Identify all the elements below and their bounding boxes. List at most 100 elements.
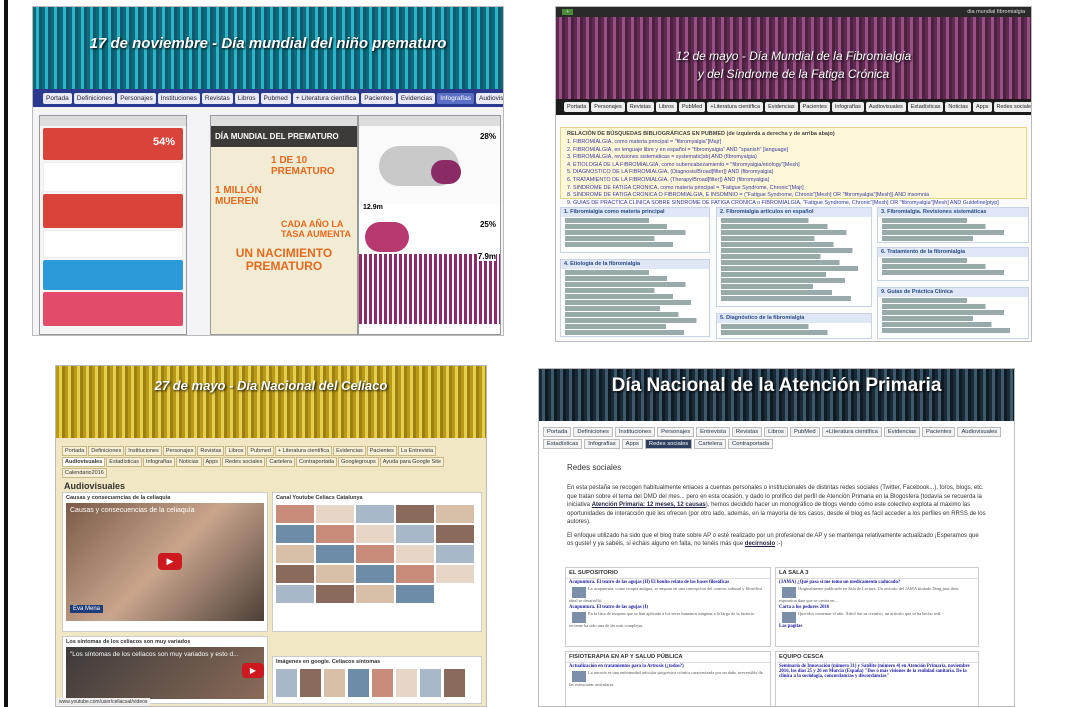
video-thumbnail[interactable] [396,565,434,583]
result-line[interactable] [565,224,705,229]
tab-2[interactable]: Instituciones [125,446,162,456]
tab-14[interactable]: Apps [621,439,643,449]
result-box-title[interactable]: 4. Etiología de la fibromialgia [561,260,709,269]
video-thumbnail[interactable] [276,505,314,523]
result-line[interactable] [721,236,867,241]
tab-9[interactable]: Pacientes [366,446,397,456]
tab-14[interactable]: Noticias [175,457,202,467]
tab-0[interactable]: Portada [543,427,572,437]
tab-4[interactable]: Revistas [201,92,233,104]
video-thumbnail[interactable] [276,585,314,603]
tab-5[interactable]: Libros [234,92,259,104]
tab-0[interactable]: Portada [62,446,88,456]
result-line[interactable] [565,276,705,281]
video-thumbnail[interactable] [356,585,394,603]
tab-9[interactable]: Evidencias [397,92,436,104]
video-thumbnail[interactable] [436,505,474,523]
tab-4[interactable]: Entrevista [696,427,730,437]
post-title[interactable]: Actualización en tratamientos para la Ar… [566,663,770,670]
query-line[interactable]: 7. SÍNDROME DE FATIGA CRÓNICA, como mate… [567,185,1020,193]
tab-2[interactable]: Revistas [626,102,654,112]
tab-0[interactable]: Portada [43,92,72,104]
tab-4[interactable]: PubMed [678,102,706,112]
result-line[interactable] [721,224,867,229]
video-thumbnail[interactable] [356,545,394,563]
result-line[interactable] [565,282,705,287]
result-line[interactable] [882,264,1024,269]
tab-6[interactable]: Pubmed [260,92,291,104]
tab-6[interactable]: Libros [764,427,788,437]
result-line[interactable] [882,328,1024,333]
tab-12[interactable]: Estadísticas [106,457,142,467]
contact-link[interactable]: decírnoslo [745,541,775,547]
result-line[interactable] [721,278,867,283]
result-line[interactable] [882,230,1024,235]
blog-name[interactable]: LA SALA 3 [776,568,978,579]
post-title[interactable]: Acupuntura. El teatro de las agujas (I) [566,604,770,611]
result-line[interactable] [565,294,705,299]
result-box-title[interactable]: 6. Tratamiento de la fibromialgia [878,248,1028,257]
image-thumbnail[interactable] [348,669,369,697]
result-line[interactable] [721,290,867,295]
tab-3[interactable]: Instituciones [157,92,200,104]
tab-12[interactable]: Estadísticas [543,439,583,449]
site-name[interactable]: dia mundial fibromialgia [967,9,1025,15]
tab-10[interactable]: La Entrevista [397,446,437,456]
tab-11[interactable]: Noticias [945,102,971,112]
tab-1[interactable]: Definiciones [573,427,613,437]
result-box-title[interactable]: 1. Fibromialgia como materia principal [561,208,709,217]
result-line[interactable] [565,324,705,329]
result-line[interactable] [721,218,867,223]
tab-20[interactable]: Ayuda para Google Site [379,457,445,467]
video-thumbnail[interactable] [396,545,434,563]
result-box-title[interactable]: 9. Guías de Práctica Clínica [878,288,1028,297]
result-line[interactable] [721,254,867,259]
result-line[interactable] [565,270,705,275]
video-thumbnail[interactable] [316,505,354,523]
campaign-link[interactable]: Atención Primaria: 12 meses, 12 causas [592,502,706,508]
tab-7[interactable]: + Literatura científica [292,92,360,104]
result-line[interactable] [721,272,867,277]
result-line[interactable] [565,230,705,235]
tab-9[interactable]: Audiovisuales [865,102,906,112]
video-thumbnail[interactable] [316,585,354,603]
tab-10[interactable]: Estadísticas [907,102,944,112]
result-line[interactable] [882,218,1024,223]
result-line[interactable] [882,298,1024,303]
tab-1[interactable]: Definiciones [73,92,116,104]
post-title[interactable]: Las pagitas [776,623,978,630]
result-line[interactable] [721,242,867,247]
video-thumbnail[interactable] [356,505,394,523]
result-line[interactable] [721,248,867,253]
result-line[interactable] [882,322,1024,327]
tab-9[interactable]: Evidencias [883,427,920,437]
tab-10[interactable]: Infografías [437,92,474,104]
image-thumbnail[interactable] [300,669,321,697]
result-line[interactable] [721,330,867,335]
video-thumbnail[interactable] [316,525,354,543]
video-thumbnail[interactable] [436,545,474,563]
tab-13[interactable]: Redes sociales [993,102,1031,112]
result-box-title[interactable]: 2. Fibromialgia artículos en español [717,208,871,217]
result-line[interactable] [882,224,1024,229]
image-thumbnail[interactable] [372,669,393,697]
tab-11[interactable]: Audiovisuales [475,92,503,104]
post-title[interactable]: Acupuntura. El teatro de las agujas (II)… [566,579,770,586]
tab-19[interactable]: Googlegroups [338,457,379,467]
tab-1[interactable]: Personajes [591,102,625,112]
video-thumbnail[interactable] [316,565,354,583]
result-line[interactable] [882,310,1024,315]
blog-name[interactable]: EL SUPOSITORIO [566,568,770,579]
tab-5[interactable]: +Literatura científica [707,102,764,112]
blog-name[interactable]: FISIOTERAPIA EN AP Y SALUD PÚBLICA [566,652,770,663]
result-line[interactable] [565,218,705,223]
result-box-title[interactable]: 5. Diagnóstico de la fibromialgia [717,314,871,323]
tab-17[interactable]: Contraportada [728,439,774,449]
query-line[interactable]: 8. SÍNDROME DE FATIGA CRÓNICA O FIBROMIA… [567,192,1020,200]
tab-16[interactable]: Cartelera [694,439,727,449]
tab-2[interactable]: Personajes [117,92,156,104]
tab-11[interactable]: Audiovisuales [957,427,1002,437]
image-thumbnail[interactable] [324,669,345,697]
tab-17[interactable]: Cartelera [266,457,295,467]
result-line[interactable] [882,304,1024,309]
